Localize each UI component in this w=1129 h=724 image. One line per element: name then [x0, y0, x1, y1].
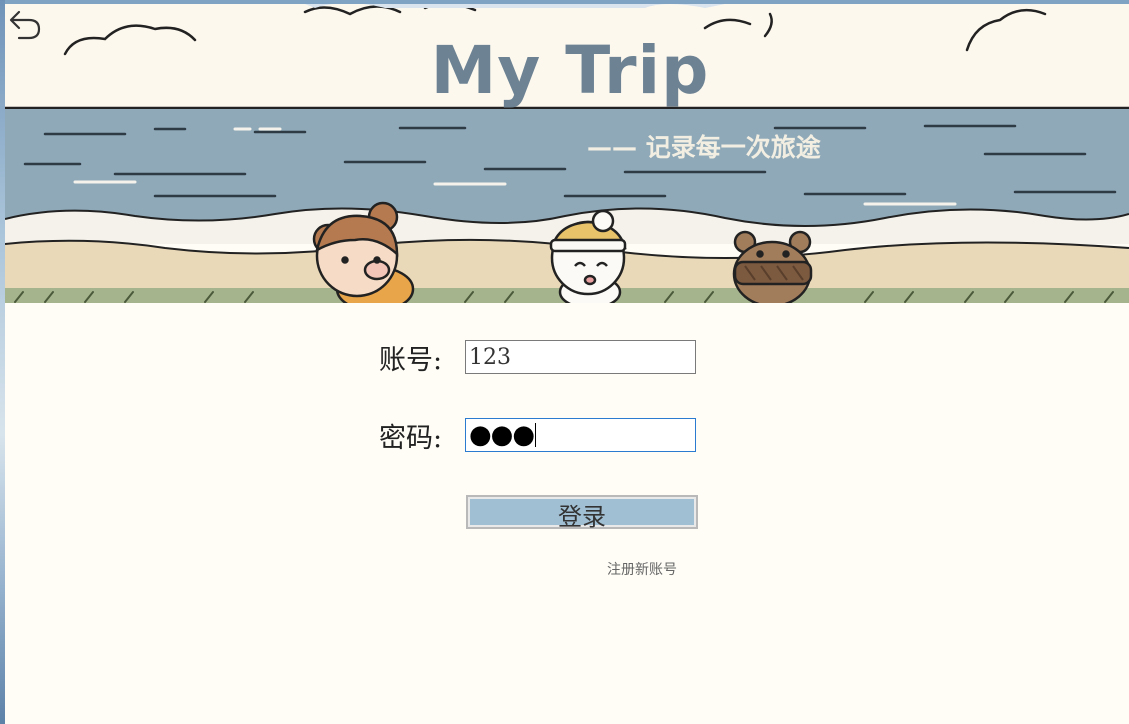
password-label: 密码:: [379, 422, 443, 454]
back-arrow-icon: [9, 10, 41, 40]
password-input[interactable]: ●●●: [465, 418, 696, 452]
account-input[interactable]: [465, 340, 696, 374]
header-banner: My Trip —— 记录每一次旅途: [5, 4, 1129, 303]
account-row: 账号:: [379, 338, 696, 376]
app-subtitle: —— 记录每一次旅途: [587, 133, 821, 162]
back-button[interactable]: [5, 8, 45, 44]
login-button[interactable]: 登录: [466, 495, 698, 531]
password-row: 密码: ●●●: [379, 416, 696, 454]
text-caret: [535, 423, 537, 447]
password-mask: ●●●: [469, 420, 535, 450]
app-window: My Trip —— 记录每一次旅途 账号: 密码: ●●● 登录 注册新账号: [5, 4, 1129, 724]
register-link[interactable]: 注册新账号: [607, 559, 677, 579]
account-label: 账号:: [379, 344, 443, 376]
app-title: My Trip: [430, 32, 710, 109]
